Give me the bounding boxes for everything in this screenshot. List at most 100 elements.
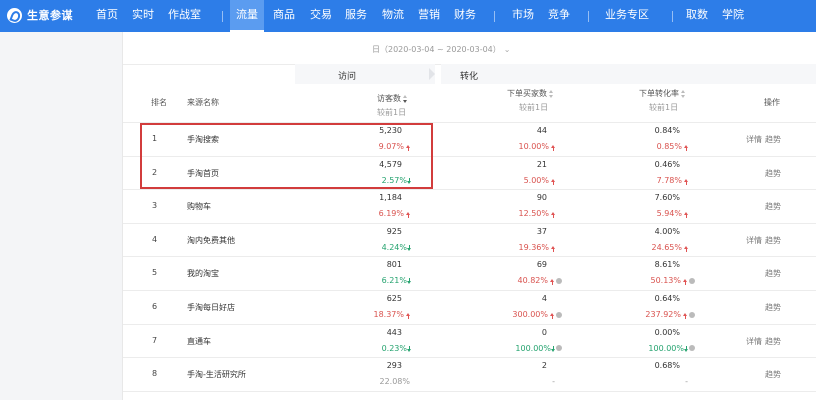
date-range-text: 日（2020-03-04 ~ 2020-03-04） <box>372 45 501 54</box>
arrow-up-icon <box>406 212 410 219</box>
table-row: 2 手淘首页 4,579 2.57% 21 5.00% 0.46% 7.78% 趋势 <box>123 157 816 191</box>
trend-link[interactable]: 趋势 <box>765 336 781 347</box>
conv-rate-change: 24.65% <box>651 243 688 252</box>
nav-item-market[interactable]: 市场 <box>512 0 534 32</box>
visitors-change-value: 4.24% <box>381 242 407 252</box>
traffic-source-panel: 日（2020-03-04 ~ 2020-03-04） ⌄ 访问 转化 排名 来源名… <box>122 32 816 400</box>
nav-item-finance[interactable]: 财务 <box>454 0 476 32</box>
arrow-down-icon <box>684 345 688 352</box>
sort-icon[interactable] <box>681 89 685 98</box>
source-name: 直通车 <box>187 336 211 346</box>
chevron-down-icon: ⌄ <box>503 45 511 54</box>
table-row: 6 手淘每日好店 625 18.37% 4 300.00% 0.64% 237.92% 趋势 <box>123 291 816 325</box>
trend-link[interactable]: 趋势 <box>765 302 781 313</box>
nav-item-business-zone[interactable]: 业务专区 <box>605 0 649 32</box>
rank-value: 1 <box>152 134 158 143</box>
rank-value: 5 <box>152 268 158 278</box>
arrow-up-icon <box>684 178 688 185</box>
table-row: 3 购物车 1,184 6.19% 90 12.50% 7.60% 5.94% 趋势 <box>123 190 816 224</box>
rank-value: 4 <box>152 234 158 244</box>
nav-item-data-fetch[interactable]: 取数 <box>686 0 708 32</box>
nav-item-products[interactable]: 商品 <box>273 0 295 32</box>
nav-item-marketing[interactable]: 营销 <box>418 0 440 32</box>
arrow-up-icon <box>683 279 687 286</box>
sort-icon[interactable] <box>403 94 407 103</box>
conv-rate-change-value: 5.94% <box>656 209 682 219</box>
detail-link[interactable]: 详情 <box>746 336 762 347</box>
nav-item-service[interactable]: 服务 <box>345 0 367 32</box>
trend-link[interactable]: 趋势 <box>765 235 781 246</box>
nav-item-academy[interactable]: 学院 <box>722 0 744 32</box>
nav-item-war-room[interactable]: 作战室 <box>168 0 201 32</box>
group-label-visit: 访问 <box>338 72 357 82</box>
arrow-up-icon <box>684 212 688 219</box>
info-icon[interactable] <box>556 311 562 318</box>
visitors-value: 1,184 <box>379 193 402 203</box>
row-divider <box>123 390 816 392</box>
sort-icon[interactable] <box>549 89 553 98</box>
arrow-up-icon <box>406 145 410 151</box>
buyers-change: 12.50% <box>518 209 555 219</box>
info-icon[interactable] <box>556 277 562 284</box>
info-icon[interactable] <box>689 277 695 284</box>
detail-link[interactable]: 详情 <box>746 134 762 145</box>
column-header-conv-rate[interactable]: 下单转化率 <box>639 88 685 99</box>
source-name: 手淘每日好店 <box>187 303 235 312</box>
trend-link[interactable]: 趋势 <box>765 268 781 279</box>
brand-name: 生意参谋 <box>27 9 73 22</box>
info-icon[interactable] <box>556 345 562 352</box>
visitors-value: 293 <box>386 361 402 371</box>
visitors-value: 4,579 <box>379 159 402 169</box>
nav-separator <box>494 11 495 22</box>
column-header-conv-rate-label: 下单转化率 <box>639 89 679 98</box>
brand[interactable]: 生意参谋 <box>7 7 73 23</box>
trend-link[interactable]: 趋势 <box>765 369 781 380</box>
table-row: 8 手淘-生活研究所 293 22.08% 2-0.68% - 趋势 <box>123 358 816 392</box>
nav-item-home[interactable]: 首页 <box>96 0 118 32</box>
arrow-up-icon <box>550 279 554 286</box>
buyers-value: 21 <box>536 159 547 169</box>
detail-link[interactable]: 详情 <box>746 235 762 246</box>
group-separator-chevron-icon <box>429 68 435 80</box>
nav-item-realtime[interactable]: 实时 <box>132 0 154 32</box>
date-range-selector[interactable]: 日（2020-03-04 ~ 2020-03-04） ⌄ <box>372 44 510 55</box>
rank-value: 6 <box>152 302 158 311</box>
visitors-change: 2.57% <box>382 176 411 185</box>
column-subheader-buyers: 较前1日 <box>519 103 549 112</box>
conv-rate-value: 4.00% <box>654 226 680 236</box>
visitors-change-value: 18.37% <box>373 310 404 319</box>
trend-link[interactable]: 趋势 <box>765 168 781 179</box>
arrow-up-icon <box>683 313 687 319</box>
visitors-change: 18.37% <box>373 310 410 319</box>
conv-rate-change-value: 24.65% <box>651 242 682 252</box>
nav-item-competition[interactable]: 竞争 <box>548 0 570 32</box>
nav-item-transactions[interactable]: 交易 <box>310 0 332 32</box>
conv-rate-change: 100.00% <box>648 344 695 353</box>
visitors-change: 6.19% <box>379 209 410 219</box>
buyers-change: 19.36% <box>518 243 555 252</box>
column-subheader-visitors: 较前1日 <box>377 108 407 117</box>
conv-rate-change-value: 100.00% <box>648 343 684 353</box>
arrow-up-icon <box>551 212 555 219</box>
conv-rate-value: 0.46% <box>654 159 680 169</box>
buyers-value: 44 <box>536 126 547 135</box>
arrow-down-icon <box>407 177 411 184</box>
column-header-visitors[interactable]: 访客数 <box>377 93 407 104</box>
visitors-value: 5,230 <box>379 126 402 135</box>
buyers-change: 10.00% <box>518 142 555 151</box>
table-row: 1 手淘搜索 5,230 9.07% 44 10.00% 0.84% 0.85% 详情 趋势 <box>123 123 816 157</box>
nav-item-logistics[interactable]: 物流 <box>382 0 404 32</box>
conv-rate-change-value: 50.13% <box>650 276 681 286</box>
visitors-value: 625 <box>386 294 402 303</box>
conv-rate-value: 8.61% <box>654 260 680 270</box>
info-icon[interactable] <box>689 345 695 352</box>
nav-item-traffic[interactable]: 流量 <box>230 0 264 32</box>
conv-rate-value: 0.84% <box>654 126 680 135</box>
trend-link[interactable]: 趋势 <box>765 134 781 145</box>
info-icon[interactable] <box>689 311 695 318</box>
trend-link[interactable]: 趋势 <box>765 201 781 212</box>
visitors-change: 9.07% <box>379 142 410 151</box>
visitors-change: 4.24% <box>381 242 411 252</box>
column-header-buyers[interactable]: 下单买家数 <box>507 88 553 99</box>
conv-rate-change: 50.13% <box>650 276 695 286</box>
